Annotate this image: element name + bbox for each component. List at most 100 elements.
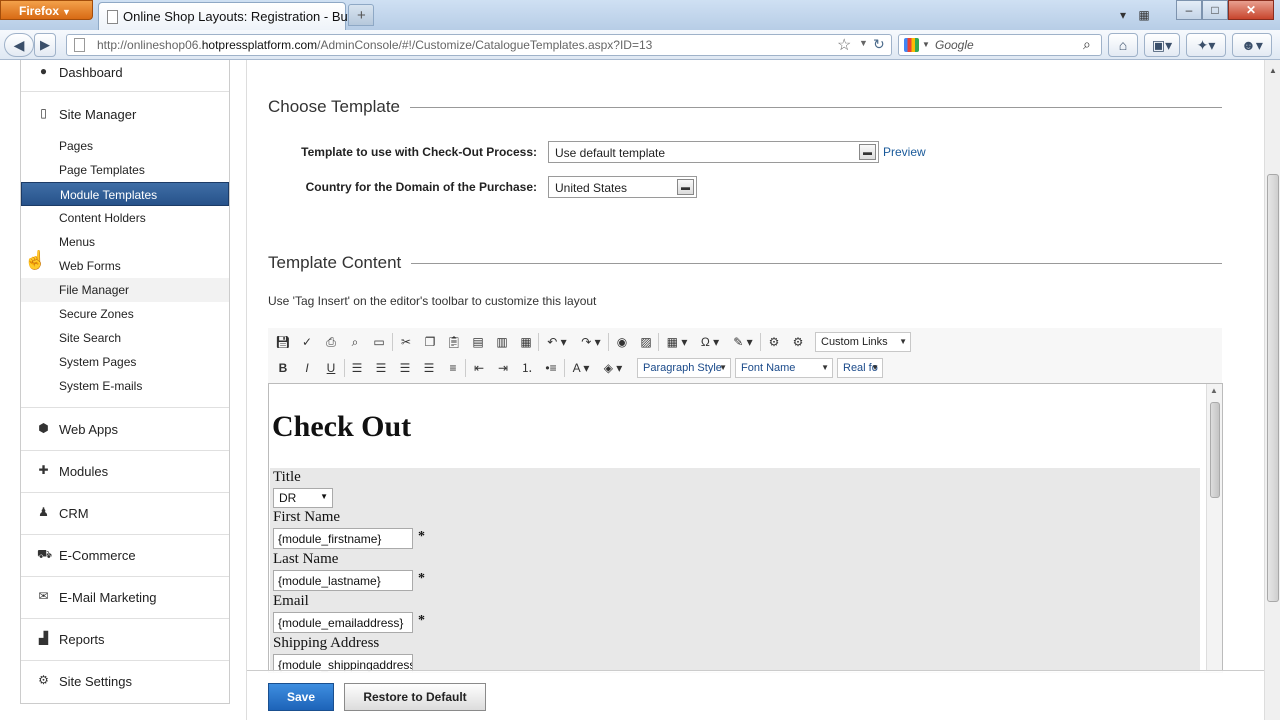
sidebar-item-web-apps[interactable]: ⬢ Web Apps	[21, 409, 229, 451]
align-left-icon[interactable]: ☰	[348, 359, 366, 377]
sidebar-item-content-holders[interactable]: Content Holders	[21, 206, 229, 230]
sidebar-item-dashboard[interactable]: ● Dashboard	[21, 52, 229, 92]
reload-icon[interactable]: ↻	[873, 36, 885, 53]
search-bar[interactable]: ▼ Google ⌕	[898, 34, 1102, 56]
bold-icon[interactable]: B	[274, 359, 292, 377]
align-center-icon[interactable]: ☰	[372, 359, 390, 377]
history-dropdown-icon[interactable]: ▼	[859, 38, 868, 48]
save-button[interactable]: Save	[268, 683, 334, 711]
new-tab-button[interactable]: +	[348, 4, 374, 26]
sidebar-item-menus[interactable]: Menus	[21, 230, 229, 254]
sidebar-item-file-manager[interactable]: File Manager	[21, 278, 229, 302]
spellcheck-icon[interactable]: ✓	[298, 333, 316, 351]
extension-button[interactable]: ✦▾	[1186, 33, 1226, 57]
undo-icon[interactable]: ↶ ▾	[543, 333, 571, 351]
editor-scroll-thumb[interactable]	[1210, 402, 1220, 498]
cut-icon[interactable]: ✂	[397, 333, 415, 351]
indent-icon[interactable]: ⇥	[494, 359, 512, 377]
tab-groups-icon[interactable]: ▦	[1134, 6, 1154, 26]
custom-links-dropdown[interactable]: Custom Links ▼	[815, 332, 911, 352]
scroll-up-icon[interactable]: ▲	[1269, 66, 1277, 75]
horizontal-rule-icon[interactable]: ≡	[444, 359, 462, 377]
save-icon[interactable]: 💾︎	[274, 333, 292, 351]
toolbar-separator	[344, 359, 345, 377]
justify-icon[interactable]: ☰	[420, 359, 438, 377]
checkout-template-value: Use default template	[555, 146, 666, 160]
google-icon[interactable]	[904, 38, 919, 52]
search-icon[interactable]: ⌕	[1083, 36, 1091, 53]
paste-word-icon[interactable]: ▥	[493, 333, 511, 351]
paste-text-icon[interactable]: ▤	[469, 333, 487, 351]
sidebar-item-crm[interactable]: ♟ CRM	[21, 493, 229, 535]
image-icon[interactable]: ▨	[637, 333, 655, 351]
sidebar-item-email-marketing[interactable]: ✉ E-Mail Marketing	[21, 577, 229, 619]
bookmarks-button[interactable]: ▣▾	[1144, 33, 1180, 57]
sidebar-item-site-settings[interactable]: ⚙ Site Settings	[21, 661, 229, 703]
paste-icon[interactable]: 📋︎	[445, 333, 463, 351]
monkey-icon: ☻▾	[1241, 37, 1263, 53]
font-size-dropdown[interactable]: Real fo ▼	[837, 358, 883, 378]
maximize-button[interactable]: □	[1202, 0, 1228, 20]
sidebar-item-page-templates[interactable]: Page Templates	[21, 158, 229, 182]
sidebar-item-ecommerce[interactable]: ⛟ E-Commerce	[21, 535, 229, 577]
print-icon[interactable]: ⎙	[322, 333, 340, 351]
browser-tab[interactable]: Online Shop Layouts: Registration - Buy	[98, 2, 354, 30]
country-select[interactable]: United States ▬	[548, 176, 697, 198]
restore-default-button[interactable]: Restore to Default	[344, 683, 486, 711]
sidebar-item-modules[interactable]: ✚ Modules	[21, 451, 229, 493]
underline-icon[interactable]: U	[322, 359, 340, 377]
table-icon[interactable]: ▦ ▾	[663, 333, 691, 351]
wysiwyg-editor[interactable]: Check Out Title DR ▼ First Name {module_f…	[268, 383, 1223, 673]
first-name-field[interactable]: {module_firstname}	[273, 528, 413, 549]
sidebar-item-reports[interactable]: ▟ Reports	[21, 619, 229, 661]
italic-icon[interactable]: I	[298, 359, 316, 377]
page-scrollbar[interactable]: ▲	[1264, 60, 1280, 720]
chevron-down-icon[interactable]: ▼	[922, 40, 930, 49]
sidebar-item-site-search[interactable]: Site Search	[21, 326, 229, 350]
list-all-tabs-icon[interactable]: ▾	[1112, 6, 1134, 26]
align-right-icon[interactable]: ☰	[396, 359, 414, 377]
sidebar-item-system-emails[interactable]: System E-mails	[21, 374, 229, 408]
font-color-icon[interactable]: A ▾	[568, 359, 594, 377]
close-window-button[interactable]: ✕	[1228, 0, 1274, 20]
checkout-template-select[interactable]: Use default template ▬	[548, 141, 879, 163]
font-name-dropdown[interactable]: Font Name ▼	[735, 358, 833, 378]
ordered-list-icon[interactable]: ⒈	[518, 359, 536, 377]
sidebar-label: Reports	[59, 632, 105, 647]
sidebar-item-pages[interactable]: Pages	[21, 134, 229, 158]
new-document-icon[interactable]: ▭	[370, 333, 388, 351]
highlight-icon[interactable]: ◈ ▾	[600, 359, 626, 377]
sidebar-item-secure-zones[interactable]: Secure Zones	[21, 302, 229, 326]
paste-html-icon[interactable]: ▦	[517, 333, 535, 351]
sidebar-item-system-pages[interactable]: System Pages	[21, 350, 229, 374]
module-insert-icon[interactable]: ⚙	[765, 333, 783, 351]
greasemonkey-button[interactable]: ☻▾	[1232, 33, 1272, 57]
sidebar-item-site-manager[interactable]: ▯ Site Manager	[21, 94, 229, 136]
preview-link[interactable]: Preview	[883, 145, 926, 159]
scroll-up-icon[interactable]: ▲	[1210, 386, 1218, 395]
copy-icon[interactable]: ❐	[421, 333, 439, 351]
title-select[interactable]: DR ▼	[273, 488, 333, 508]
email-field[interactable]: {module_emailaddress}	[273, 612, 413, 633]
editor-scrollbar[interactable]: ▲	[1206, 384, 1222, 672]
bookmark-star-icon[interactable]: ☆	[837, 35, 851, 55]
module-edit-icon[interactable]: ⚙	[789, 333, 807, 351]
page-scroll-thumb[interactable]	[1267, 174, 1279, 602]
hyperlink-icon[interactable]: ◉	[613, 333, 631, 351]
outdent-icon[interactable]: ⇤	[470, 359, 488, 377]
unordered-list-icon[interactable]: •≡	[542, 359, 560, 377]
sidebar-item-module-templates[interactable]: Module Templates	[21, 182, 229, 206]
find-icon[interactable]: ⌕	[346, 333, 364, 351]
redo-icon[interactable]: ↷ ▾	[577, 333, 605, 351]
home-button[interactable]: ⌂	[1108, 33, 1138, 57]
tag-insert-icon[interactable]: ✎ ▾	[729, 333, 757, 351]
last-name-field[interactable]: {module_lastname}	[273, 570, 413, 591]
special-char-icon[interactable]: Ω ▾	[696, 333, 724, 351]
sidebar-sublabel: System Pages	[59, 355, 137, 369]
envelope-icon: ✉	[38, 589, 49, 603]
bar-chart-icon: ▟	[38, 631, 49, 645]
minimize-button[interactable]: –	[1176, 0, 1202, 20]
sidebar-item-web-forms[interactable]: Web Forms	[21, 254, 229, 278]
firefox-menu-button[interactable]: Firefox ▼	[0, 0, 93, 20]
paragraph-style-dropdown[interactable]: Paragraph Style ▼	[637, 358, 731, 378]
